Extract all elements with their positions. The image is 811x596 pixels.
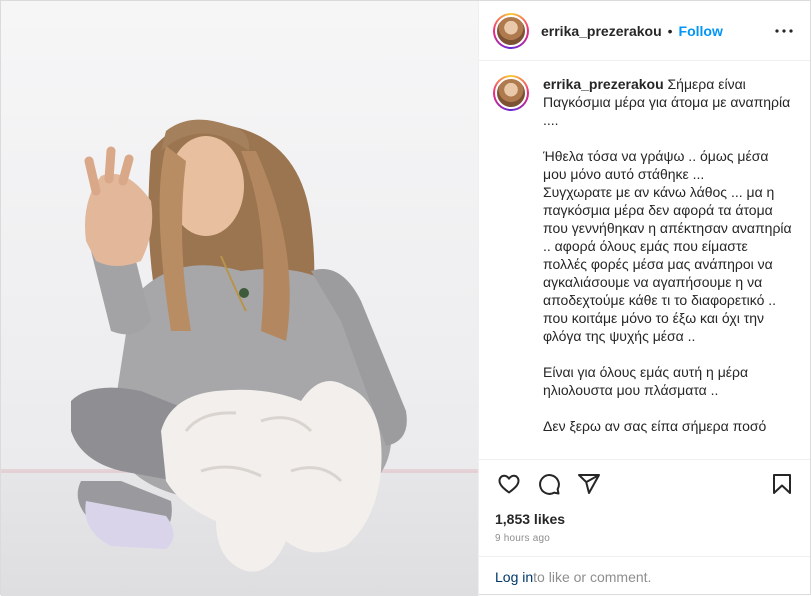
avatar[interactable] [493,12,529,49]
caption-username[interactable]: errika_prezerakou [543,76,664,92]
bookmark-icon[interactable] [762,464,802,504]
caption-text: Σήμερα είναι Παγκόσμια μέρα για άτομα με… [543,76,792,434]
follow-button[interactable]: Follow [679,23,723,39]
post-header: errika_prezerakou • Follow [479,1,810,61]
username-link[interactable]: errika_prezerakou [541,23,662,39]
likes-count[interactable]: 1,853 likes [479,508,810,530]
post-time[interactable]: 9 hours ago [479,530,810,556]
separator-dot: • [667,22,673,39]
more-options-icon[interactable] [772,19,796,43]
login-link[interactable]: Log in [495,569,533,585]
share-icon[interactable] [569,464,609,504]
caption-area[interactable]: errika_prezerakou Σήμερα είναι Παγκόσμια… [479,61,810,460]
heart-icon[interactable] [489,464,529,504]
caption-avatar[interactable] [493,75,529,111]
caption: errika_prezerakou Σήμερα είναι Παγκόσμια… [543,75,794,459]
login-prompt: Log in to like or comment. [479,556,810,596]
post-photo[interactable] [1,1,478,596]
action-bar [479,460,810,508]
login-text: to like or comment. [533,568,652,585]
woman-with-dog-image [71,119,407,572]
post-sidebar: errika_prezerakou • Follow errika_prezer… [478,1,810,596]
instagram-post: errika_prezerakou • Follow errika_prezer… [0,0,811,596]
comment-icon[interactable] [529,464,569,504]
